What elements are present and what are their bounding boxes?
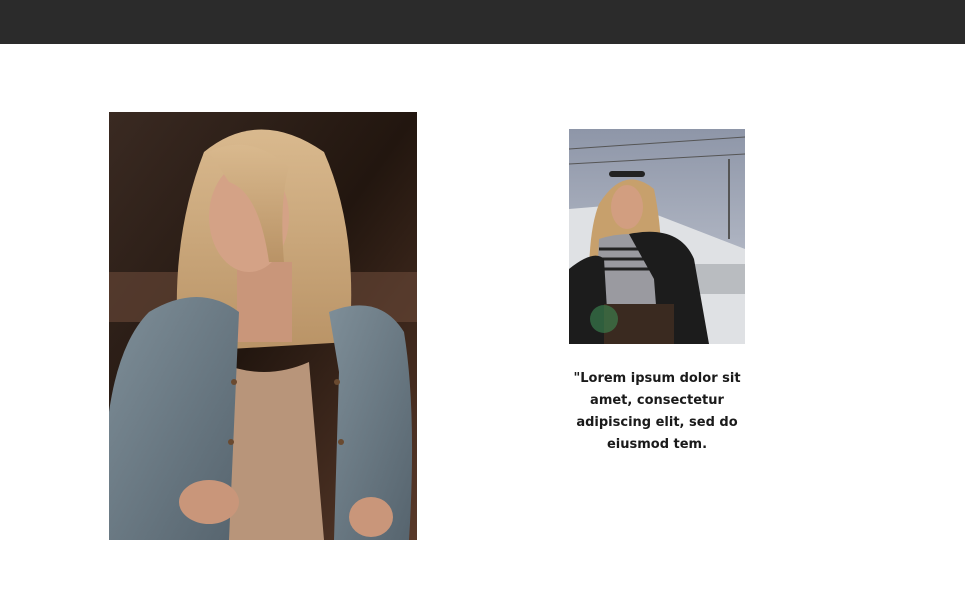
testimonial-quote: "Lorem ipsum dolor sit amet, consectetur… [573,371,741,452]
side-portrait-image [569,129,745,344]
portrait-photo-icon [109,112,417,540]
main-portrait-image [109,112,417,540]
portrait-photo-icon [569,129,745,344]
top-header-bar [0,0,965,44]
